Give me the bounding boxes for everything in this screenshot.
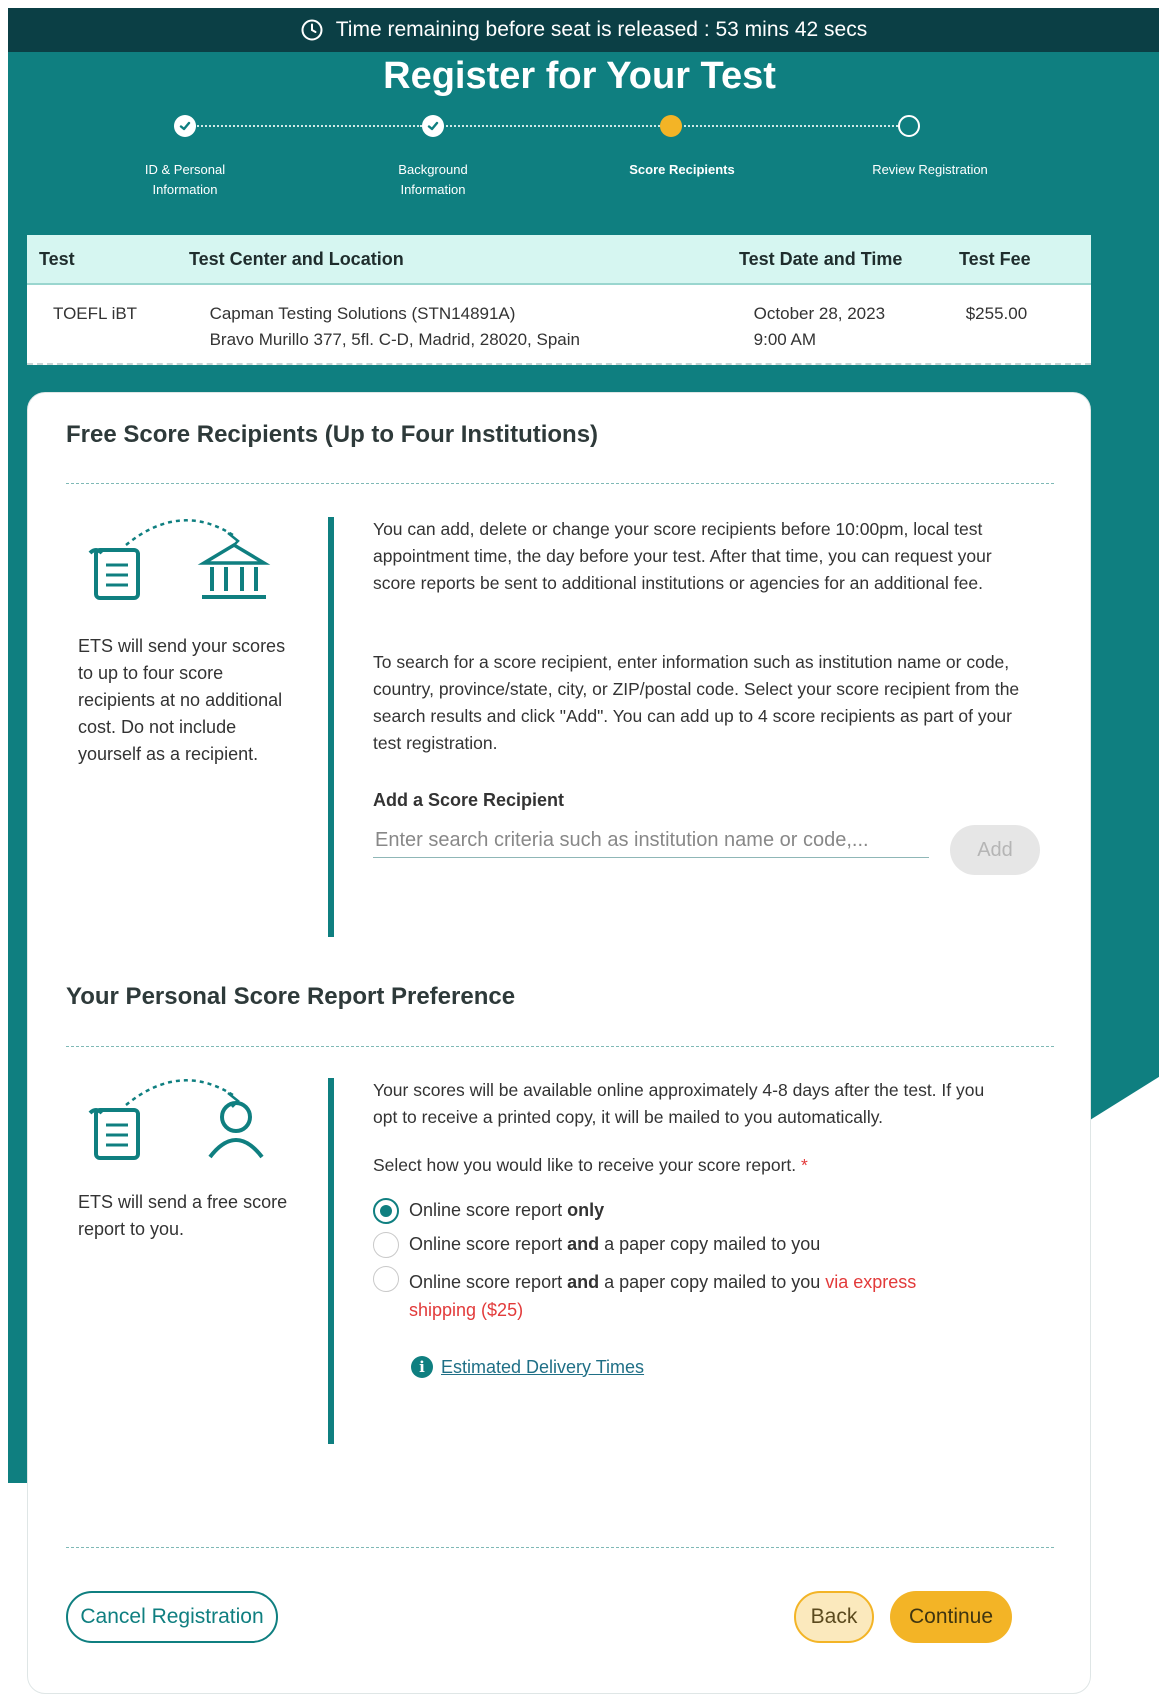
- option-online-and-paper[interactable]: Online score report and a paper copy mai…: [373, 1232, 820, 1258]
- option-online-only[interactable]: Online score report only: [373, 1198, 604, 1224]
- footer-divider: [66, 1547, 1054, 1548]
- personal-report-paragraph: Your scores will be available online app…: [373, 1080, 985, 1127]
- timer-bar: Time remaining before seat is released :…: [8, 8, 1159, 52]
- delivery-times-link[interactable]: i Estimated Delivery Times: [411, 1356, 644, 1378]
- step-label-review: Review Registration: [872, 162, 988, 177]
- recipient-search-input[interactable]: [373, 823, 929, 858]
- header-center: Test Center and Location: [189, 248, 404, 269]
- step-4-pending-dot: [898, 115, 920, 137]
- section-divider: [66, 1046, 1054, 1047]
- free-recipients-title: Free Score Recipients (Up to Four Instit…: [66, 421, 599, 448]
- radio-online-only[interactable]: [373, 1198, 399, 1224]
- add-recipient-button[interactable]: Add: [950, 825, 1040, 875]
- header-fee: Test Fee: [959, 248, 1031, 269]
- add-recipient-label: Add a Score Recipient: [373, 790, 565, 810]
- score-send-illustration-icon: [88, 519, 271, 600]
- step-label-background: Background Information: [398, 162, 468, 197]
- cell-test: TOEFL iBT: [53, 304, 138, 323]
- step-connector: [680, 125, 898, 127]
- option-express[interactable]: Online score report and a paper copy mai…: [373, 1266, 933, 1324]
- cancel-registration-button[interactable]: Cancel Registration: [66, 1591, 278, 1643]
- section-accent-bar: [328, 517, 334, 937]
- clock-icon: [301, 19, 323, 41]
- step-label-personal: ID & Personal Information: [144, 162, 226, 197]
- personal-report-side-text: ETS will send a free score report to you…: [78, 1192, 288, 1239]
- test-summary-table: Test Test Center and Location Test Date …: [27, 235, 1091, 365]
- score-to-person-illustration-icon: [88, 1079, 264, 1160]
- step-2-check-icon: [422, 115, 444, 137]
- timer-text: Time remaining before seat is released :…: [335, 18, 868, 41]
- required-asterisk: *: [801, 1155, 808, 1175]
- continue-button[interactable]: Continue: [890, 1591, 1012, 1643]
- free-recipients-side-text: ETS will send your scores to up to four …: [78, 636, 286, 764]
- personal-report-title: Your Personal Score Report Preference: [66, 983, 516, 1010]
- page-title: Register for Your Test: [383, 55, 776, 97]
- report-select-label: Select how you would like to receive you…: [373, 1155, 808, 1175]
- free-recipients-paragraph-2: To search for a score recipient, enter i…: [373, 652, 1020, 753]
- header-date: Test Date and Time: [739, 248, 903, 269]
- step-connector: [194, 125, 422, 127]
- cell-center: Capman Testing Solutions (STN14891A) Bra…: [209, 304, 580, 349]
- radio-online-and-paper[interactable]: [373, 1232, 399, 1258]
- table-row: TOEFL iBT Capman Testing Solutions (STN1…: [27, 285, 1091, 365]
- table-header: Test Test Center and Location Test Date …: [27, 235, 1091, 285]
- section-divider: [66, 483, 1054, 484]
- step-3-current-dot: [660, 115, 682, 137]
- radio-express[interactable]: [373, 1266, 399, 1292]
- step-1-check-icon: [174, 115, 196, 137]
- progress-stepper: [174, 112, 940, 140]
- back-button[interactable]: Back: [794, 1591, 874, 1643]
- background-wedge: [1090, 1070, 1159, 1680]
- section-accent-bar: [328, 1078, 334, 1444]
- info-icon: i: [411, 1356, 433, 1378]
- main-card: Free Score Recipients (Up to Four Instit…: [27, 392, 1091, 1694]
- header-test: Test: [39, 248, 75, 269]
- cell-date: October 28, 2023 9:00 AM: [753, 304, 886, 349]
- step-connector: [442, 125, 660, 127]
- step-label-score-recipients: Score Recipients: [629, 162, 735, 177]
- cell-fee: $255.00: [965, 304, 1028, 323]
- free-recipients-paragraph-1: You can add, delete or change your score…: [373, 519, 992, 593]
